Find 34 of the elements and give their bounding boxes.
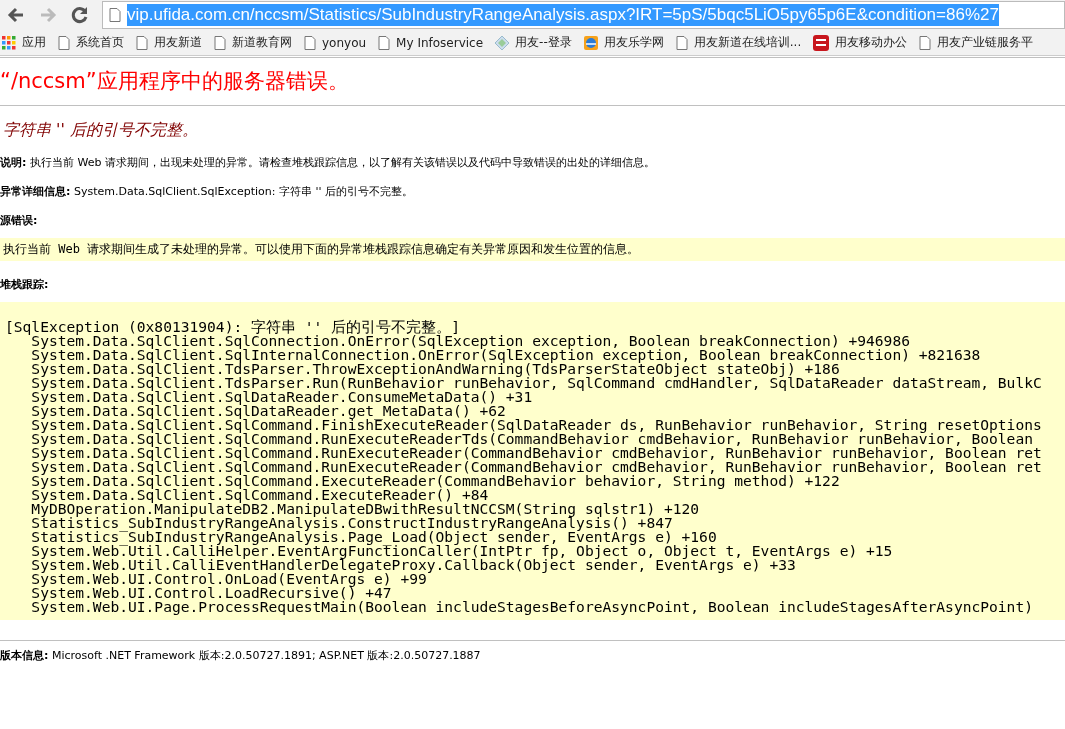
back-icon[interactable] — [6, 5, 26, 25]
stack-trace-label: 堆栈跟踪: — [0, 277, 50, 292]
page-icon — [58, 35, 70, 50]
page-icon — [919, 35, 932, 50]
reload-icon[interactable] — [70, 5, 90, 25]
page-icon — [378, 35, 391, 50]
page-icon — [675, 35, 688, 50]
bookmark[interactable]: 用友--登录 — [495, 34, 572, 51]
description-text: 说明: 执行当前 Web 请求期间，出现未处理的异常。请检查堆栈跟踪信息，以了解有关该错误以及代码中导致错误的出处的详细信息。 — [0, 155, 656, 170]
error-message: 字符串 '' 后的引号不完整。 — [3, 120, 199, 141]
page-icon — [304, 35, 316, 50]
exception-details-text: 异常详细信息: System.Data.SqlClient.SqlException: 字符串 '' 后的引号不完整。 — [0, 184, 414, 199]
bookmark[interactable]: 系统首页 — [58, 34, 124, 51]
page-icon — [109, 8, 121, 22]
bookmark[interactable]: 应用 — [2, 34, 46, 51]
bookmark[interactable]: 新道教育网 — [214, 34, 292, 51]
bookmark[interactable]: yonyou — [304, 35, 367, 50]
version-info-text: 版本信息: Microsoft .NET Framework 版本:2.0.50727.1891; ASP.NET 版本:2.0.50727.1887 — [0, 648, 482, 663]
page-icon — [136, 35, 148, 50]
app-icon — [813, 34, 830, 51]
bookmark[interactable]: My Infoservice — [378, 35, 484, 50]
source-error-label: 源错误: — [0, 213, 39, 228]
page-icon — [214, 35, 226, 50]
bookmark[interactable]: 用友新道在线培训... — [675, 34, 802, 51]
globe-icon — [583, 35, 598, 50]
bookmark[interactable]: 用友乐学网 — [583, 34, 664, 51]
bookmark[interactable]: 用友产业链服务平 — [919, 34, 1034, 51]
error-title: “/nccsm”应用程序中的服务器错误。 — [0, 68, 350, 95]
source-error-text: 执行当前 Web 请求期间生成了未处理的异常。可以使用下面的异常堆栈跟踪信息确定有关异常原因和发生位置的信息。 — [3, 242, 640, 256]
bookmark[interactable]: 用友新道 — [136, 34, 202, 51]
bookmark[interactable]: 用友移动办公 — [813, 34, 908, 51]
apps-grid-icon — [2, 35, 16, 50]
stack-trace-line: [SqlException (0x80131904): 字符串 '' 后的引号不完整。] — [5, 318, 460, 335]
diamond-icon — [495, 35, 510, 50]
